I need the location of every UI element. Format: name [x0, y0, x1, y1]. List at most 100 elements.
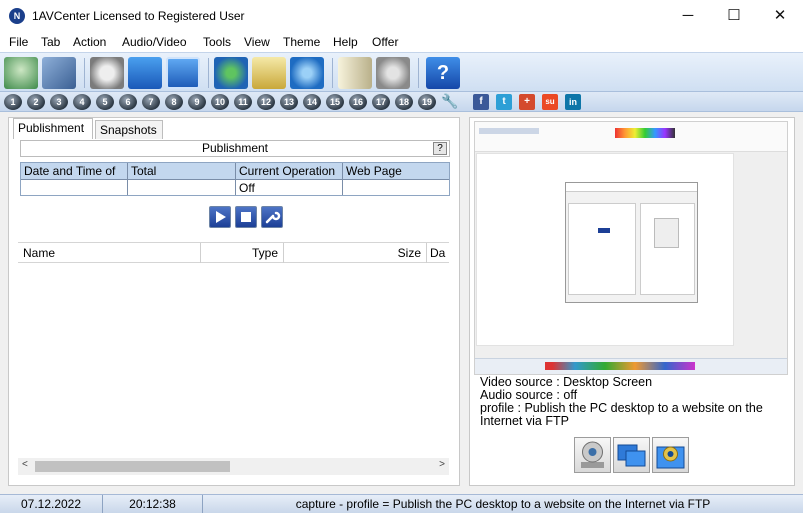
horizontal-scrollbar[interactable]: < > [18, 458, 449, 475]
settings-gears-icon[interactable] [376, 57, 410, 89]
email-icon[interactable] [252, 57, 286, 89]
tab-number-button[interactable]: 11 [234, 94, 252, 110]
desktop-preview [474, 121, 788, 375]
tab-publishment[interactable]: Publishment [13, 118, 93, 139]
menu-bar: File Tab Action Audio/Video Tools View T… [0, 32, 803, 52]
table-cell[interactable] [128, 180, 236, 195]
tab-number-button[interactable]: 18 [395, 94, 413, 110]
section-help-button[interactable]: ? [433, 142, 447, 155]
status-date: 07.12.2022 [0, 495, 103, 513]
webcam-source-button[interactable] [574, 437, 611, 473]
preview-taskbar [475, 358, 787, 374]
tab-number-button[interactable]: 2 [27, 94, 45, 110]
section-title: Publishment [201, 141, 269, 155]
tab-number-button[interactable]: 9 [188, 94, 206, 110]
menu-file[interactable]: File [9, 35, 28, 49]
tab-number-button[interactable]: 8 [165, 94, 183, 110]
menu-theme[interactable]: Theme [283, 35, 320, 49]
help-icon[interactable]: ? [426, 57, 460, 89]
column-header[interactable]: Current Operation [236, 163, 343, 180]
table-cell[interactable] [343, 180, 449, 195]
screen-recorder-icon[interactable] [4, 57, 38, 89]
video-film-icon[interactable] [42, 57, 76, 89]
linkedin-icon[interactable]: in [565, 94, 581, 110]
title-bar: N 1AVCenter Licensed to Registered User … [0, 0, 803, 32]
menu-help[interactable]: Help [333, 35, 358, 49]
scroll-right-icon[interactable]: > [439, 459, 445, 470]
table-cell[interactable]: Off [236, 180, 343, 195]
column-header[interactable]: Date and Time of [21, 163, 128, 180]
toolbar-separator [332, 58, 333, 88]
settings-button[interactable] [261, 206, 283, 228]
column-header-name[interactable]: Name [18, 243, 201, 263]
stumbleupon-icon[interactable]: su [542, 94, 558, 110]
column-header-date[interactable]: Da [427, 243, 449, 263]
book-icon[interactable] [338, 57, 372, 89]
tab-number-button[interactable]: 12 [257, 94, 275, 110]
camera-region-icon [656, 446, 685, 469]
menu-tab[interactable]: Tab [41, 35, 60, 49]
tab-number-button[interactable]: 6 [119, 94, 137, 110]
tab-number-button[interactable]: 5 [96, 94, 114, 110]
tab-number-button[interactable]: 15 [326, 94, 344, 110]
column-header[interactable]: Total [128, 163, 236, 180]
play-icon [216, 211, 226, 223]
status-message: capture - profile = Publish the PC deskt… [295, 497, 711, 511]
tab-number-button[interactable]: 19 [418, 94, 436, 110]
stop-icon [241, 212, 251, 222]
tab-number-button[interactable]: 7 [142, 94, 160, 110]
window-title: 1AVCenter Licensed to Registered User [32, 9, 245, 23]
menu-view[interactable]: View [244, 35, 270, 49]
region-capture-icon[interactable] [166, 57, 200, 89]
column-header[interactable]: Web Page [343, 163, 449, 180]
twitter-icon[interactable]: t [496, 94, 512, 110]
close-button[interactable]: ✕ [757, 0, 803, 32]
tab-number-bar: 1 2 3 4 5 6 7 8 9 10 11 12 13 14 15 16 1… [0, 92, 803, 112]
tab-number-button[interactable]: 3 [50, 94, 68, 110]
toolbar-separator [84, 58, 85, 88]
camera-region-button[interactable] [652, 437, 689, 473]
scroll-left-icon[interactable]: < [22, 459, 28, 470]
tab-number-button[interactable]: 1 [4, 94, 22, 110]
left-panel: Publishment Snapshots Publishment ? Date… [8, 117, 460, 486]
menu-tools[interactable]: Tools [203, 35, 231, 49]
tab-number-button[interactable]: 14 [303, 94, 321, 110]
column-header-size[interactable]: Size [284, 243, 427, 263]
preview-app-toolbar [475, 122, 787, 152]
webcam-icon[interactable] [90, 57, 124, 89]
desktop-publish-icon[interactable] [128, 57, 162, 89]
tab-number-button[interactable]: 4 [73, 94, 91, 110]
play-button[interactable] [209, 206, 231, 228]
scrollbar-thumb[interactable] [35, 461, 230, 472]
menu-offer[interactable]: Offer [372, 35, 398, 49]
desktop-source-button[interactable] [613, 437, 650, 473]
column-header-type[interactable]: Type [201, 243, 284, 263]
menu-audio-video[interactable]: Audio/Video [122, 35, 187, 49]
status-time: 20:12:38 [103, 495, 203, 513]
publishment-table: Date and Time of Total Current Operation… [20, 162, 450, 196]
tab-number-button[interactable]: 16 [349, 94, 367, 110]
file-list-header: Name Type Size Da [18, 242, 449, 263]
table-cell[interactable] [21, 180, 128, 195]
preview-canvas [476, 153, 734, 346]
wrench-icon[interactable]: 🔧 [441, 93, 458, 110]
stop-button[interactable] [235, 206, 257, 228]
minimize-button[interactable]: ─ [665, 0, 711, 32]
facebook-icon[interactable]: f [473, 94, 489, 110]
menu-action[interactable]: Action [73, 35, 106, 49]
upload-icon[interactable] [290, 57, 324, 89]
right-panel: Video source : Desktop Screen Audio sour… [469, 117, 795, 486]
status-bar: 07.12.2022 20:12:38 capture - profile = … [0, 494, 803, 513]
preview-nested-screenshot [565, 182, 698, 303]
publishment-section-header: Publishment ? [20, 140, 450, 157]
toolbar-separator [418, 58, 419, 88]
maximize-button[interactable]: ☐ [711, 0, 757, 32]
tab-number-button[interactable]: 13 [280, 94, 298, 110]
tab-number-button[interactable]: 10 [211, 94, 229, 110]
profile-text-continued: Internet via FTP [480, 414, 569, 428]
app-logo-icon[interactable]: N [9, 8, 25, 24]
tab-number-button[interactable]: 17 [372, 94, 390, 110]
tab-snapshots[interactable]: Snapshots [95, 120, 163, 139]
globe-icon[interactable] [214, 57, 248, 89]
googleplus-icon[interactable]: + [519, 94, 535, 110]
